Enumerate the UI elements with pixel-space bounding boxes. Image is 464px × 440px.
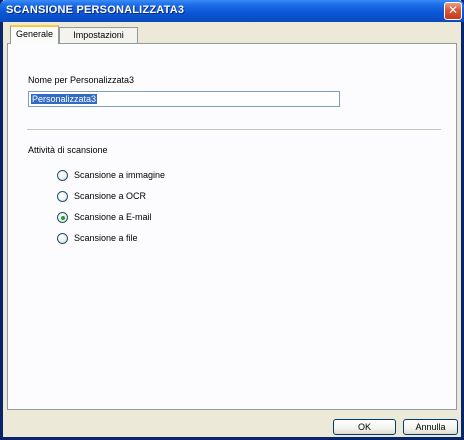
name-field-label: Nome per Personalizzata3 bbox=[28, 75, 135, 85]
radio-selected-dot bbox=[61, 216, 65, 220]
radio-label: Scansione a E-mail bbox=[74, 212, 152, 222]
radio-label: Scansione a file bbox=[74, 233, 138, 243]
radio-button[interactable] bbox=[57, 170, 68, 181]
window-title: SCANSIONE PERSONALIZZATA3 bbox=[6, 4, 185, 16]
cancel-button[interactable]: Annulla bbox=[403, 419, 458, 435]
radio-label: Scansione a OCR bbox=[74, 191, 147, 201]
separator bbox=[27, 129, 441, 131]
ok-button[interactable]: OK bbox=[333, 419, 396, 435]
tab-generale[interactable]: Generale bbox=[10, 25, 59, 44]
activity-heading: Attività di scansione bbox=[28, 145, 108, 155]
tab-impostazioni[interactable]: Impostazioni bbox=[59, 27, 138, 43]
radio-button[interactable] bbox=[57, 191, 68, 202]
name-input[interactable]: Personalizzata3 bbox=[28, 91, 340, 107]
radio-label: Scansione a immagine bbox=[74, 170, 166, 180]
radio-button[interactable] bbox=[57, 233, 68, 244]
title-bar[interactable]: SCANSIONE PERSONALIZZATA3 ✕ bbox=[0, 0, 464, 22]
name-input-value: Personalizzata3 bbox=[31, 94, 98, 104]
close-icon[interactable]: ✕ bbox=[444, 2, 462, 20]
radio-button[interactable] bbox=[57, 212, 68, 223]
